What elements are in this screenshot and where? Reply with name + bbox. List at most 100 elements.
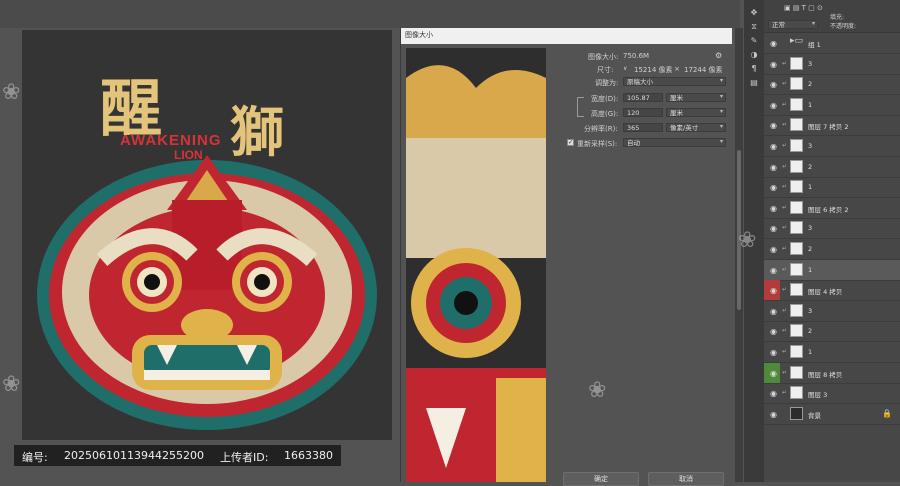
title-chinese-2: 獅 [230,100,284,164]
layer-row[interactable]: ◉ ↵ 图层 4 拷贝 [764,280,900,302]
visibility-eye-icon[interactable]: ◉ [770,266,777,275]
image-size-label: 图像大小: [588,53,619,61]
fit-select[interactable]: 原稿大小 [623,77,726,86]
image-preview[interactable] [406,48,546,482]
paragraph-icon[interactable]: ¶ [749,64,759,73]
resolution-unit-select[interactable]: 像素/英寸 [666,123,726,132]
layer-row[interactable]: ◉ ↵ 1 [764,259,900,281]
gear-icon[interactable]: ⚙ [715,51,722,60]
visibility-eye-icon[interactable]: ◉ [770,410,777,419]
watermark-id-label: 编号: [22,451,48,464]
visibility-eye-icon[interactable]: ◉ [770,204,777,213]
move-tool-icon[interactable]: ✥ [749,8,759,17]
visibility-eye-icon[interactable]: ◉ [770,163,777,172]
layer-row[interactable]: ◉ ↵ 图层 3 [764,383,900,405]
filter-icon[interactable]: ▣ ▤ T ▢ ⊙ [784,4,823,12]
clip-icon: ↵ [782,348,788,355]
clip-icon: ↵ [782,245,788,252]
clip-icon: ↵ [782,162,788,170]
brush-icon[interactable]: ✎ [749,36,759,45]
clip-icon: ↵ [782,224,788,232]
clip-icon: ↵ [782,389,788,397]
top-toolbar [0,0,740,28]
width-input[interactable]: 105.87 [623,93,663,102]
layer-row[interactable]: ◉ ↵ 图层 8 拷贝 [764,362,900,384]
visibility-eye-icon[interactable]: ◉ [770,327,777,336]
layer-name: 背景 [808,411,821,420]
layer-name: 图层 8 拷贝 [808,370,843,379]
dialog-titlebar[interactable]: 图像大小 [401,28,732,44]
visibility-eye-icon[interactable]: ◉ [770,307,777,316]
title-english-line2: LION [174,148,203,162]
visibility-eye-icon[interactable]: ◉ [770,369,777,378]
adjust-icon[interactable]: ◑ [749,50,759,59]
resample-checkbox[interactable]: ✓ [567,139,574,146]
visibility-eye-icon[interactable]: ◉ [770,224,777,233]
visibility-eye-icon[interactable]: ◉ [770,286,777,295]
visibility-eye-icon[interactable]: ◉ [770,245,777,254]
history-icon[interactable]: ⧖ [749,22,759,31]
layer-row[interactable]: ◉ ↵ 2 [764,321,900,343]
layer-row[interactable]: ◉ ↵ 3 [764,218,900,240]
visibility-eye-icon[interactable]: ◉ [770,348,777,357]
visibility-eye-icon[interactable]: ◉ [770,142,777,151]
width-unit-select[interactable]: 厘米 [666,93,726,102]
layer-row[interactable]: ◉ ↵ 1 [764,177,900,199]
visibility-eye-icon[interactable]: ◉ [770,80,777,89]
layer-thumbnail [790,242,803,255]
watermark-uploader-label: 上传者ID: [220,451,269,464]
layer-thumbnail [790,283,803,297]
visibility-eye-icon[interactable]: ◉ [770,101,777,110]
blend-mode-select[interactable]: 正常 [768,20,818,29]
visibility-eye-icon[interactable]: ◉ [770,389,777,398]
dialog-title: 图像大小 [405,31,433,39]
layer-thumbnail [790,180,803,194]
layer-row[interactable]: ◉ ↵ 3 [764,301,900,322]
visibility-eye-icon[interactable]: ◉ [770,183,777,192]
watermark-uploader-value: 1663380 [284,449,333,462]
layer-thumbnail [790,303,803,317]
link-icon[interactable] [577,97,584,117]
layer-name: 3 [808,142,813,150]
layer-row[interactable]: ◉ ↵ 3 [764,54,900,75]
layer-row[interactable]: ◉ ↵ 1 [764,95,900,116]
visibility-eye-icon[interactable]: ◉ [770,60,777,69]
layer-row[interactable]: ◉ ↵ 3 [764,136,900,157]
layer-row[interactable]: ◉ ↵ 2 [764,239,900,260]
layers-icon[interactable]: ▤ [749,78,759,87]
image-size-dialog: 图像大小 图像大小: 750.6M ⚙ 尺寸: ∨ 15214 像素 × 172… [400,28,732,486]
layer-row[interactable]: ◉ ↵ 2 [764,74,900,96]
clip-icon: ↵ [782,59,788,67]
layer-row[interactable]: ◉ ↵ 1 [764,342,900,363]
resample-select[interactable]: 自动 [623,138,726,147]
layer-name: 3 [808,306,813,315]
layer-row[interactable]: ◉ ↵ 图层 6 拷贝 2 [764,198,900,219]
height-input[interactable]: 120 [623,108,663,117]
height-label: 高度(G): [591,110,619,118]
clip-icon: ↵ [782,183,788,191]
lion-artwork [37,155,377,430]
layer-thumbnail [790,365,803,379]
resolution-input[interactable]: 365 [623,123,663,132]
cancel-button[interactable]: 取消 [648,472,724,486]
width-label: 宽度(D): [591,95,619,103]
layer-name: 图层 6 拷贝 2 [808,205,849,214]
clip-icon: ↵ [782,368,788,376]
clip-icon: ↵ [782,265,788,273]
clip-icon: ↵ [782,121,788,129]
layer-row[interactable]: ◉ ↵ 图层 7 拷贝 2 [764,115,900,137]
document-canvas[interactable]: 醒 獅 AWAKENING LION [22,30,392,440]
layer-row[interactable]: ◉ 背景 🔒 [764,404,900,425]
visibility-eye-icon[interactable]: ◉ [770,39,777,48]
layer-row[interactable]: ◉ ▸▭ 组 1 [764,33,900,54]
height-unit-select[interactable]: 厘米 [666,108,726,117]
layer-name: 3 [808,224,813,233]
dimensions-label: 尺寸: [597,66,614,74]
dimensions-height: 17244 像素 [684,66,723,74]
ok-button[interactable]: 确定 [563,472,639,486]
visibility-eye-icon[interactable]: ◉ [770,121,777,130]
layers-panel: ▣ ▤ T ▢ ⊙ 正常 不透明度: 填充: ◉ ▸▭ 组 1 ◉ ↵ 3 ◉ ↵ 2 ◉ ↵ 1 ◉ ↵… [764,0,900,482]
chevron-down-icon[interactable]: ∨ [623,65,627,72]
layer-row[interactable]: ◉ ↵ 2 [764,157,900,178]
layer-thumbnail [790,77,803,91]
